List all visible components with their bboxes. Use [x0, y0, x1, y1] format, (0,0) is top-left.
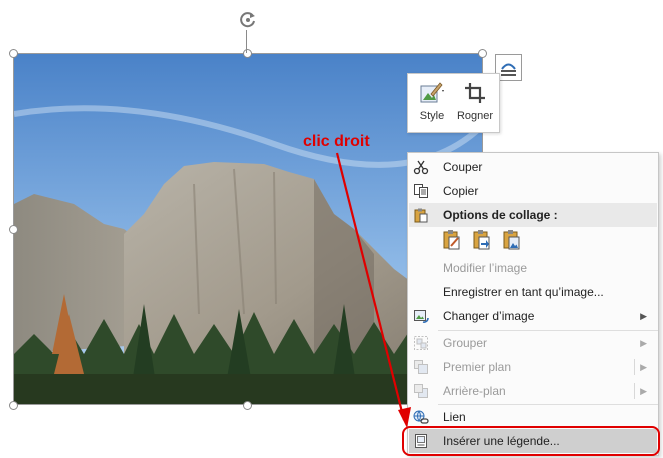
menu-item-label: Modifier l’image [443, 261, 528, 275]
menu-item-copy[interactable]: Copier [409, 179, 657, 203]
menu-item-label: Changer d’image [443, 309, 535, 323]
crop-label: Rogner [456, 110, 494, 122]
clipboard-icon [414, 208, 428, 223]
rotate-connector [246, 30, 247, 53]
menu-item-label: Premier plan [443, 360, 512, 374]
group-icon [414, 336, 428, 350]
rotate-icon[interactable] [238, 10, 258, 30]
menu-item-change-image[interactable]: Changer d’image ▶ [409, 304, 657, 328]
crop-button[interactable]: Rogner [454, 78, 496, 130]
link-icon [413, 410, 429, 424]
submenu-arrow-icon: ▶ [640, 362, 647, 372]
menu-item-label: Arrière-plan [443, 384, 506, 398]
menu-item-edit-image: Modifier l’image [409, 256, 657, 280]
highlight-ring [402, 426, 660, 456]
menu-item-bring-forward: Premier plan ▶ [409, 355, 657, 379]
send-backward-icon [414, 384, 428, 398]
bring-forward-icon [414, 360, 428, 374]
resize-handle-left[interactable] [9, 225, 18, 234]
split-separator [634, 383, 635, 399]
resize-handle-top-left[interactable] [9, 49, 18, 58]
change-picture-icon [414, 310, 429, 323]
annotation-label: clic droit [303, 133, 370, 150]
menu-item-send-backward: Arrière-plan ▶ [409, 379, 657, 403]
menu-item-label: Copier [443, 184, 479, 198]
menu-item-label: Grouper [443, 336, 488, 350]
menu-item-label: Options de collage : [443, 208, 558, 222]
menu-paste-options-header: Options de collage : [409, 203, 657, 227]
crop-icon [465, 83, 485, 103]
style-button[interactable]: Style [411, 78, 453, 130]
paste-picture-icon[interactable] [501, 229, 523, 251]
paste-merge-icon[interactable] [471, 229, 493, 251]
menu-item-label: Enregistrer en tant qu’image... [443, 285, 604, 299]
submenu-arrow-icon: ▶ [640, 311, 647, 321]
mini-toolbar: Style Rogner [407, 73, 500, 133]
submenu-arrow-icon: ▶ [640, 386, 647, 396]
copy-icon [414, 184, 428, 198]
context-menu: Couper Copier Options de collage : Modif… [407, 152, 659, 456]
paste-keep-formatting-icon[interactable] [441, 229, 463, 251]
submenu-arrow-icon: ▶ [640, 338, 647, 348]
menu-item-save-as-image[interactable]: Enregistrer en tant qu’image... [409, 280, 657, 304]
resize-handle-top[interactable] [243, 49, 252, 58]
scissors-icon [413, 160, 429, 175]
resize-handle-bottom-left[interactable] [9, 401, 18, 410]
menu-item-group: Grouper ▶ [409, 331, 657, 355]
picture-style-icon [420, 82, 444, 103]
style-label: Style [419, 110, 445, 122]
split-separator [634, 359, 635, 375]
menu-item-label: Couper [443, 160, 483, 174]
resize-handle-bottom[interactable] [243, 401, 252, 410]
resize-handle-top-right[interactable] [478, 49, 487, 58]
menu-item-cut[interactable]: Couper [409, 155, 657, 179]
